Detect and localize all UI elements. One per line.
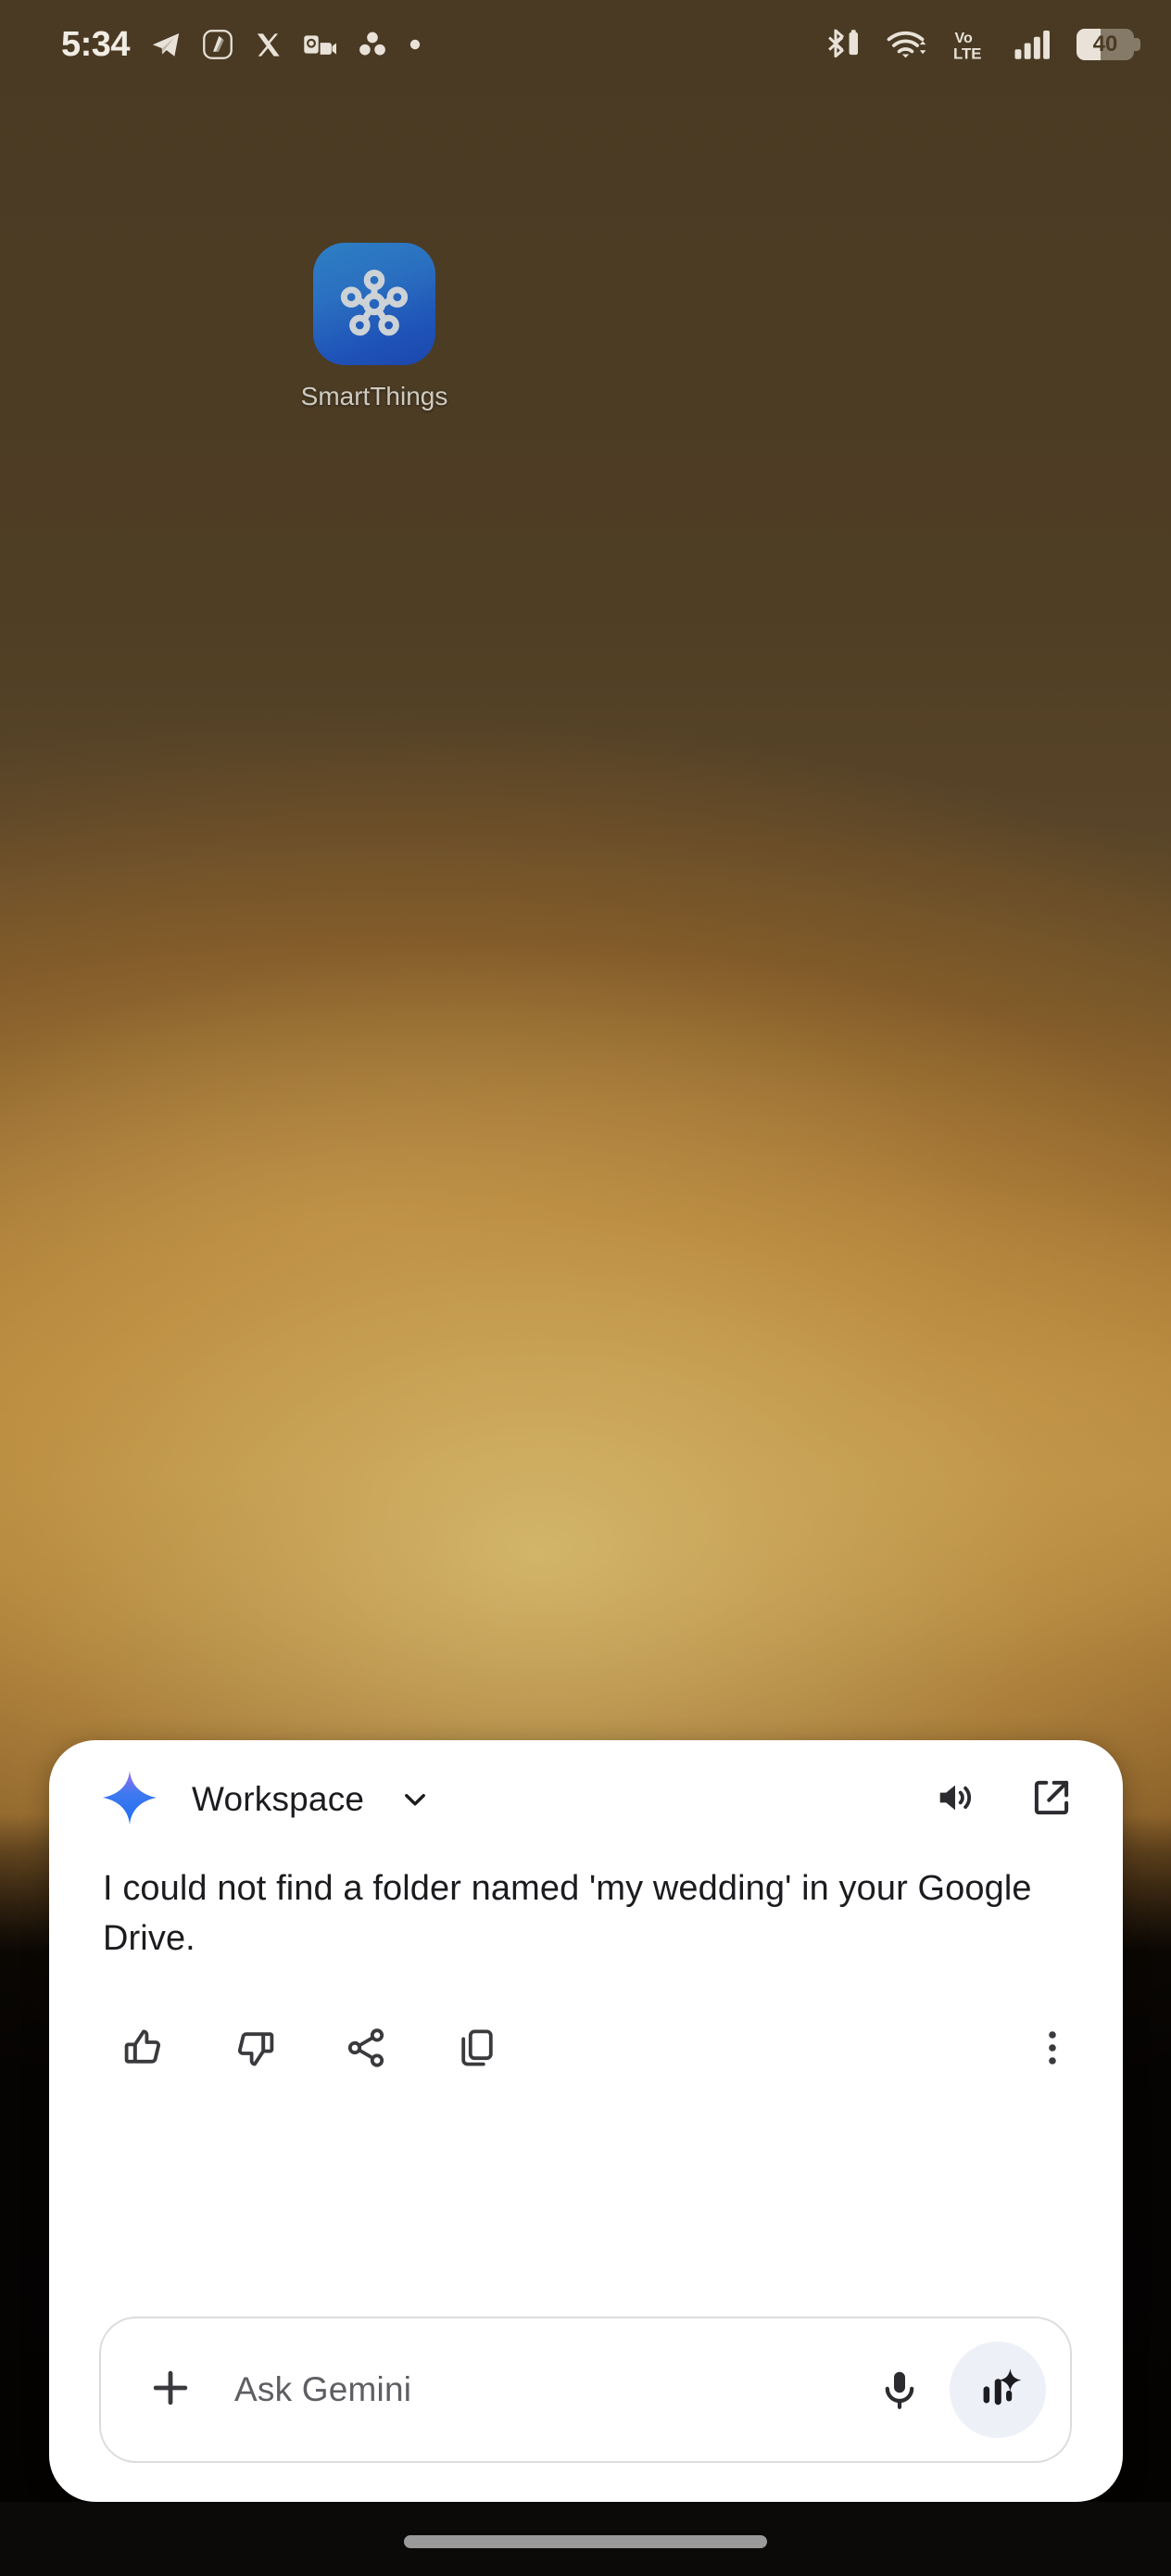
microphone-icon[interactable] (864, 2368, 935, 2412)
gemini-context-title: Workspace (192, 1780, 365, 1818)
gemini-header-actions (934, 1776, 1073, 1824)
battery-icon: 40 (1077, 29, 1140, 60)
open-in-new-icon[interactable] (1030, 1776, 1073, 1824)
smartthings-icon[interactable] (313, 243, 435, 365)
ask-gemini-input[interactable]: Ask Gemini (234, 2370, 864, 2409)
bluetooth-battery-icon (825, 27, 862, 62)
telegram-icon (150, 29, 182, 60)
add-icon[interactable] (147, 2365, 194, 2416)
navigation-bar (0, 2502, 1171, 2576)
gemini-panel-header: Workspace (49, 1740, 1123, 1859)
svg-text:LTE: LTE (953, 44, 981, 62)
gemini-overlay-panel: Workspace I could not find a folder name… (49, 1740, 1123, 2502)
wifi-icon (886, 28, 928, 61)
battery-cap (1134, 38, 1140, 51)
app-notification-icon (202, 29, 233, 60)
outlook-meeting-icon (303, 31, 337, 58)
copy-icon[interactable] (455, 2026, 499, 2075)
x-twitter-icon (254, 31, 283, 59)
feedback-actions (121, 2026, 499, 2075)
volume-up-icon[interactable] (934, 1776, 976, 1824)
thumb-down-icon[interactable] (233, 2026, 277, 2075)
gemini-sparkle-icon (101, 1769, 158, 1831)
app-icon-label: SmartThings (300, 382, 448, 410)
home-gesture-pill[interactable] (404, 2535, 767, 2548)
gemini-action-row (49, 1991, 1123, 2108)
volte-icon: Vo LTE (952, 27, 989, 62)
cellular-signal-icon (1014, 29, 1052, 60)
status-bar: 5:34 Vo LTE 40 (0, 0, 1171, 89)
gemini-response-text: I could not find a folder named 'my wedd… (103, 1869, 1032, 1958)
battery-percent-label: 40 (1092, 32, 1118, 57)
gemini-input-bar[interactable]: Ask Gemini (99, 2317, 1072, 2463)
svg-text:Vo: Vo (954, 30, 973, 46)
phone-screen: 5:34 Vo LTE 40 SmartThings Workspace I c… (0, 0, 1171, 2576)
status-bar-left: 5:34 (61, 25, 422, 65)
chevron-down-icon[interactable] (399, 1784, 431, 1815)
gemini-live-icon[interactable] (950, 2342, 1046, 2438)
more-notifications-dot-icon (409, 38, 422, 51)
share-icon[interactable] (344, 2026, 388, 2075)
more-vert-icon[interactable] (1034, 2026, 1071, 2075)
thumb-up-icon[interactable] (121, 2026, 166, 2075)
status-bar-right: Vo LTE 40 (825, 27, 1140, 62)
asana-icon (357, 29, 388, 60)
status-time: 5:34 (61, 24, 131, 64)
app-icon-smartthings[interactable]: SmartThings (300, 243, 448, 411)
